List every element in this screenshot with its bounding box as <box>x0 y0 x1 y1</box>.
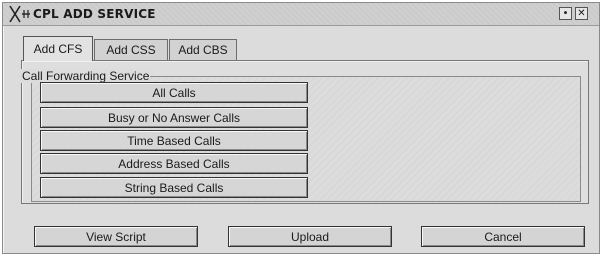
tab-add-cfs[interactable]: Add CFS <box>23 36 93 61</box>
time-based-calls-button[interactable]: Time Based Calls <box>40 130 308 151</box>
tab-add-cbs[interactable]: Add CBS <box>169 39 237 60</box>
group-legend: Call Forwarding Service <box>21 69 151 83</box>
minimize-icon[interactable]: • <box>559 7 572 20</box>
close-icon[interactable]: ✕ <box>575 7 588 20</box>
upload-button[interactable]: Upload <box>228 226 392 247</box>
address-based-calls-button[interactable]: Address Based Calls <box>40 153 308 174</box>
cancel-button[interactable]: Cancel <box>421 226 585 247</box>
title-bar[interactable]: CPL ADD SERVICE • ✕ <box>3 3 599 26</box>
string-based-calls-button[interactable]: String Based Calls <box>40 177 308 198</box>
app-icon[interactable] <box>9 4 31 24</box>
all-calls-button[interactable]: All Calls <box>40 82 308 103</box>
busy-no-answer-calls-button[interactable]: Busy or No Answer Calls <box>40 107 308 128</box>
cpl-add-service-window: CPL ADD SERVICE • ✕ Add CFS Add CSS Add … <box>2 2 600 254</box>
tab-add-css[interactable]: Add CSS <box>94 39 168 60</box>
view-script-button[interactable]: View Script <box>34 226 198 247</box>
window-title: CPL ADD SERVICE <box>33 7 156 21</box>
